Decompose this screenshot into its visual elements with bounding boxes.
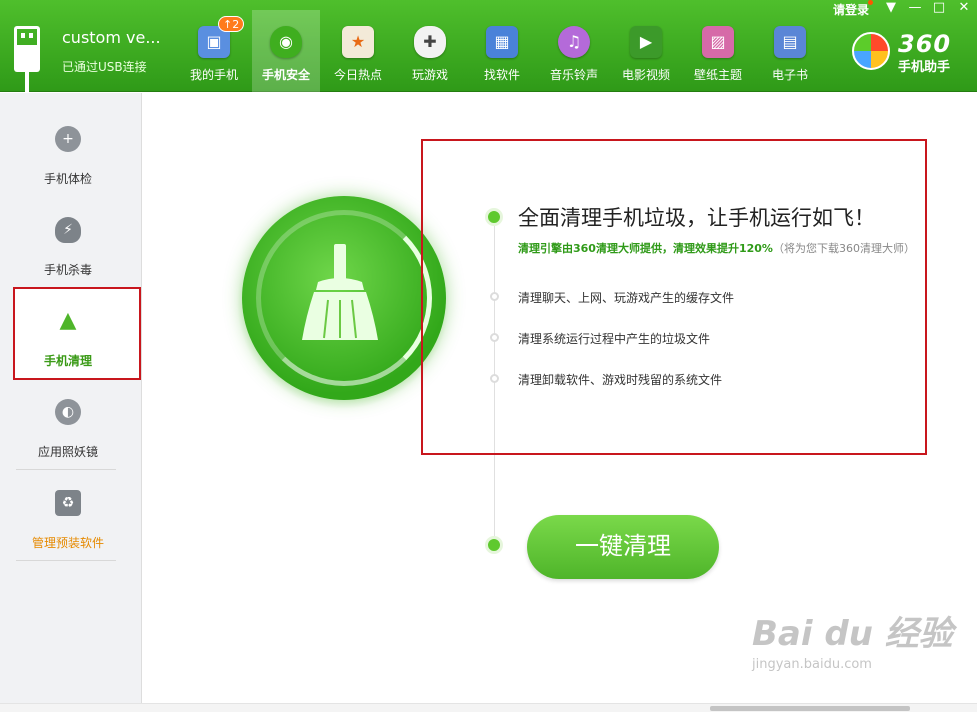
nav-label: 壁纸主题 [693, 68, 742, 82]
usb-icon-cable [25, 72, 29, 92]
update-badge: ↑2 [218, 16, 245, 32]
sidebar-item-phone-clean[interactable]: ▲ 手机清理 [16, 294, 138, 382]
broom-icon: ▲ [59, 308, 77, 333]
one-click-clean-button[interactable]: 一键清理 [527, 515, 719, 579]
bullet-cache-files: 清理聊天、上网、玩游戏产生的缓存文件 [518, 291, 735, 305]
film-icon: ▶ [630, 26, 662, 58]
nav-label: 电影视频 [621, 68, 670, 82]
notification-dot [868, 0, 873, 5]
nav-ebooks[interactable]: ▤ 电子书 [756, 10, 824, 92]
sidebar-item-label: 手机体检 [43, 172, 92, 186]
watermark-url: jingyan.baidu.com [752, 657, 872, 672]
top-bar: custom ve... 已通过USB连接 ▣ ↑2 我的手机 ◉ 手机安全 ★… [0, 0, 977, 92]
brand-name: 手机助手 [898, 60, 951, 75]
nav-label: 音乐铃声 [549, 68, 598, 82]
nav-today-hot[interactable]: ★ 今日热点 [324, 10, 392, 92]
sidebar-item-health-check[interactable]: + 手机体检 [16, 112, 138, 200]
brand-logo: 360 手机助手 [852, 30, 972, 75]
close-icon[interactable]: ✕ [955, 0, 973, 16]
engine-note: 清理引擎由360清理大师提供，清理效果提升120% [518, 242, 773, 255]
nav-label: 玩游戏 [411, 68, 448, 82]
usb-icon [14, 26, 40, 48]
app-mirror-icon: ◐ [55, 399, 81, 425]
nav-label: 手机安全 [261, 68, 310, 82]
bullet-system-junk: 清理系统运行过程中产生的垃圾文件 [518, 332, 711, 346]
antivirus-shield-icon: ⚡ [55, 217, 81, 243]
sidebar-item-preinstalled[interactable]: ♻ 管理预装软件 [16, 476, 138, 564]
device-panel[interactable]: custom ve... 已通过USB连接 [0, 0, 172, 92]
download-note: （将为您下载360清理大师） [772, 242, 915, 255]
nav-wallpaper-themes[interactable]: ▨ 壁纸主题 [684, 10, 752, 92]
clean-subline: 清理引擎由360清理大师提供，清理效果提升120%（将为您下载360清理大师） [518, 240, 915, 256]
baidu-watermark: Bai du 经验 jingyan.baidu.com [752, 606, 953, 672]
nav-phone-security[interactable]: ◉ 手机安全 [252, 10, 320, 92]
preinstalled-trash-icon: ♻ [55, 490, 81, 516]
gamepad-icon: ✚ [414, 26, 446, 58]
bullet-residual-files: 清理卸载软件、游戏时残留的系统文件 [518, 373, 723, 387]
sidebar-item-app-mirror[interactable]: ◐ 应用照妖镜 [16, 385, 138, 473]
app-bag-icon: ▦ [486, 26, 518, 58]
360-logo-icon [852, 32, 890, 70]
nav-movies-videos[interactable]: ▶ 电影视频 [612, 10, 680, 92]
device-name: custom ve... [62, 28, 161, 47]
sidebar-divider [16, 560, 116, 561]
health-check-icon: + [55, 126, 81, 152]
sidebar-item-label: 手机杀毒 [43, 263, 92, 277]
usb-icon-body [14, 48, 40, 72]
clean-headline: 全面清理手机垃圾，让手机运行如飞！ [518, 206, 875, 230]
horizontal-scrollbar[interactable] [710, 706, 910, 711]
nav-label: 今日热点 [333, 68, 382, 82]
sidebar-item-label: 手机清理 [43, 354, 92, 368]
sidebar-item-label: 应用照妖镜 [37, 445, 98, 459]
nav-find-apps[interactable]: ▦ 找软件 [468, 10, 536, 92]
nav-label: 电子书 [771, 68, 808, 82]
sidebar-item-antivirus[interactable]: ⚡ 手机杀毒 [16, 203, 138, 291]
nav-play-games[interactable]: ✚ 玩游戏 [396, 10, 464, 92]
brand-number: 360 [898, 30, 952, 58]
wallpaper-icon: ▨ [702, 26, 734, 58]
nav-music-ringtones[interactable]: ♫ 音乐铃声 [540, 10, 608, 92]
star-news-icon: ★ [342, 26, 374, 58]
sidebar-item-label: 管理预装软件 [31, 536, 104, 550]
nav-label: 我的手机 [189, 68, 238, 82]
timeline-dot-bottom [485, 536, 503, 554]
watermark-main: Bai du 经验 [752, 614, 953, 654]
nav-my-phone[interactable]: ▣ ↑2 我的手机 [180, 10, 248, 92]
maximize-icon[interactable]: □ [930, 0, 948, 16]
shield-icon: ◉ [270, 26, 302, 58]
music-icon: ♫ [558, 26, 590, 58]
ebook-icon: ▤ [774, 26, 806, 58]
minimize-icon[interactable]: — [906, 0, 924, 16]
login-link[interactable]: 请登录 [833, 1, 869, 18]
broom-large-icon [302, 244, 378, 340]
device-status: 已通过USB连接 [62, 60, 147, 74]
nav-label: 找软件 [483, 68, 520, 82]
menu-dropdown-icon[interactable]: ▼ [882, 0, 900, 16]
sidebar-divider [16, 469, 116, 470]
